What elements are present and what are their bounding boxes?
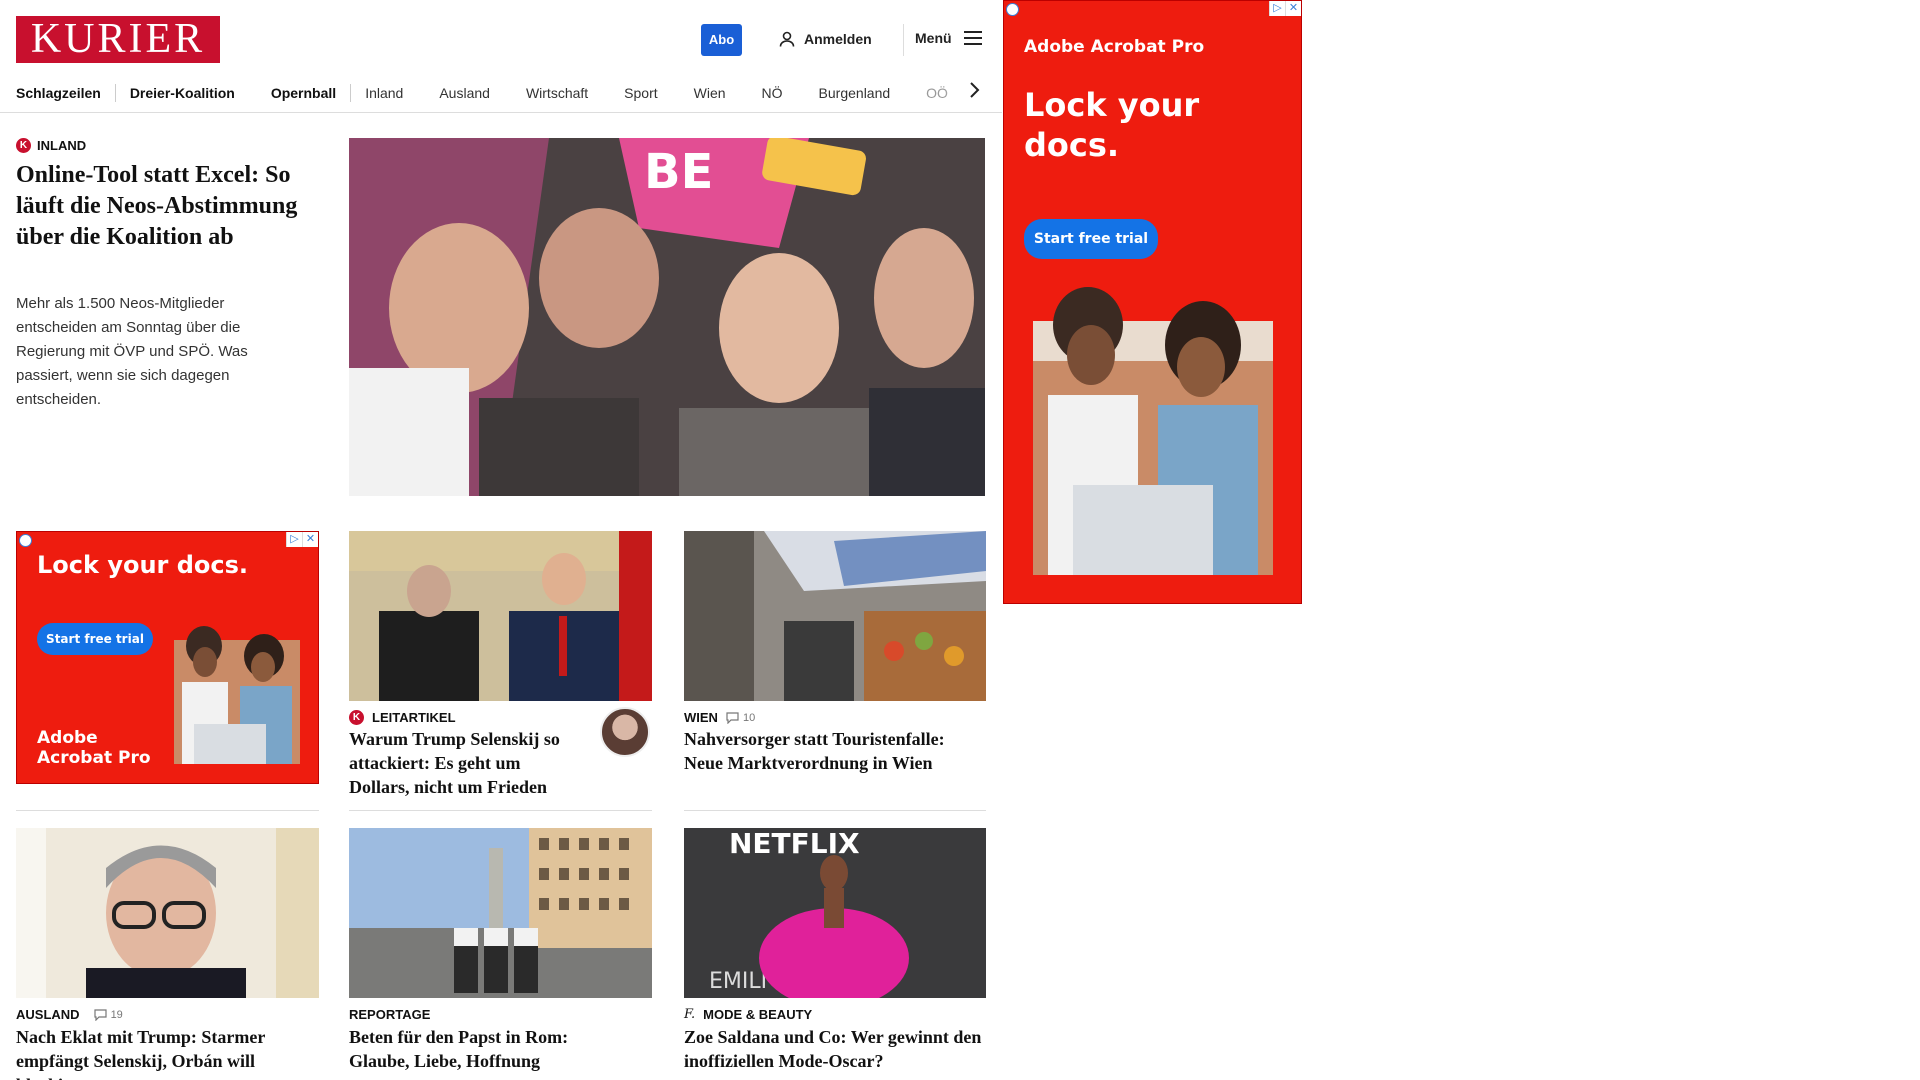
card-3-title[interactable]: Nach Eklat mit Trump: Starmer empfängt S… (16, 1025, 306, 1080)
nav-item-dreier-koalition[interactable]: Dreier-Koalition (130, 85, 235, 101)
inline-ad-cta-button[interactable]: Start free trial (37, 623, 153, 655)
card-1-image[interactable] (349, 531, 652, 701)
ad-close-icon[interactable]: ✕ (1285, 1, 1301, 16)
ad-shield-icon (19, 534, 32, 547)
card-5-kicker-label: MODE & BEAUTY (703, 1007, 813, 1022)
nav-item-schlagzeilen[interactable]: Schlagzeilen (16, 85, 101, 101)
top-story-image[interactable]: BE (349, 138, 985, 496)
nav-item-burgenland[interactable]: Burgenland (819, 85, 891, 101)
card-2-title[interactable]: Nahversorger statt Touristenfalle: Neue … (684, 727, 986, 775)
login-label: Anmelden (804, 31, 872, 47)
top-story-lead: Mehr als 1.500 Neos-Mitglieder entscheid… (16, 295, 248, 408)
nav-divider (350, 84, 352, 102)
comment-icon (93, 1008, 107, 1021)
hamburger-icon (963, 31, 982, 45)
top-story-kicker[interactable]: K INLAND (16, 138, 86, 153)
menu-button[interactable]: Menü (915, 30, 982, 46)
top-story-kicker-label: INLAND (37, 138, 87, 153)
card-3-comment-count: 19 (110, 1008, 123, 1021)
nav-divider (114, 84, 116, 102)
right-ad-brand: Adobe Acrobat Pro (1024, 37, 1205, 57)
card-4-image[interactable] (349, 828, 652, 998)
row-divider (16, 810, 319, 811)
card-2-image[interactable] (684, 531, 986, 701)
netflix-text: NETFLIX (729, 828, 860, 860)
nav-item-wirtschaft[interactable]: Wirtschaft (526, 85, 588, 101)
card-3-photo (16, 828, 319, 998)
card-3-comments[interactable]: 19 (93, 1008, 123, 1021)
card-4-kicker-label: REPORTAGE (349, 1007, 431, 1022)
nav-item-noe[interactable]: NÖ (762, 85, 783, 101)
kurier-logo[interactable]: KURIER (16, 16, 220, 63)
kurier-k-icon: K (16, 138, 31, 153)
card-3-kicker[interactable]: AUSLAND 19 (16, 1007, 123, 1022)
card-2-comments[interactable]: 10 (726, 712, 755, 724)
right-ad-cta-button[interactable]: Start free trial (1024, 219, 1158, 259)
inline-ad[interactable]: ▷ ✕ Lock your docs. Start free trial Ado… (16, 531, 319, 784)
ad-choices[interactable]: ▷ ✕ (286, 532, 318, 547)
abo-button[interactable]: Abo (701, 24, 742, 56)
chevron-right-icon[interactable] (966, 80, 982, 100)
card-2-kicker[interactable]: WIEN 10 (684, 710, 755, 725)
card-5-image[interactable]: NETFLIX EMILI (684, 828, 986, 998)
ad-info-icon[interactable]: ▷ (286, 532, 302, 547)
kurier-k-icon: K (349, 710, 364, 725)
nav-item-inland[interactable]: Inland (365, 85, 403, 101)
emili-text: EMILI (709, 969, 767, 994)
inline-ad-headline: Lock your docs. (37, 551, 249, 579)
row-divider (684, 810, 986, 811)
card-5-photo: NETFLIX EMILI (684, 828, 986, 998)
nav-item-sport[interactable]: Sport (624, 85, 657, 101)
ad-shield-icon (1006, 3, 1019, 16)
comment-icon (726, 711, 739, 724)
card-4-title[interactable]: Beten für den Papst in Rom: Glaube, Lieb… (349, 1025, 629, 1073)
section-nav: Schlagzeilen Dreier-Koalition Opernball … (16, 74, 980, 112)
author-avatar[interactable] (600, 707, 650, 757)
inline-ad-image (174, 626, 300, 764)
ad-close-icon[interactable]: ✕ (302, 532, 318, 547)
top-story-title[interactable]: Online-Tool statt Excel: So läuft die Ne… (16, 160, 306, 253)
card-2-kicker-label: WIEN (684, 710, 718, 725)
right-ad-image (1033, 287, 1273, 575)
user-icon (779, 31, 795, 47)
login-button[interactable]: Anmelden (778, 30, 872, 48)
card-2-comment-count: 10 (742, 711, 756, 724)
inline-ad-brand-line2: Acrobat Pro (37, 748, 151, 768)
nav-item-wien[interactable]: Wien (694, 85, 726, 101)
card-5-kicker[interactable]: f. MODE & BEAUTY (684, 1007, 812, 1022)
nav-bottom-border (0, 112, 1002, 113)
right-ad[interactable]: ▷ ✕ Adobe Acrobat Pro Lock your docs. St… (1003, 0, 1302, 604)
hero-sign-text: BE (644, 144, 713, 200)
inline-ad-brand-line1: Adobe (37, 728, 98, 748)
row-divider (349, 810, 652, 811)
nav-item-opernball[interactable]: Opernball (271, 85, 336, 101)
menu-label: Menü (915, 30, 952, 46)
card-1-kicker-label: LEITARTIKEL (372, 710, 456, 725)
card-1-title[interactable]: Warum Trump Selenskij so attackiert: Es … (349, 727, 579, 799)
hero-photo: BE (349, 138, 985, 496)
ad-choices[interactable]: ▷ ✕ (1269, 1, 1301, 16)
card-2-photo (684, 531, 986, 701)
ad-info-icon[interactable]: ▷ (1269, 1, 1285, 16)
right-ad-headline: Lock your docs. (1024, 86, 1200, 164)
card-1-photo (349, 531, 652, 701)
card-4-kicker[interactable]: REPORTAGE (349, 1007, 430, 1022)
card-4-photo (349, 828, 652, 998)
card-3-kicker-label: AUSLAND (16, 1007, 80, 1022)
card-5-title[interactable]: Zoe Saldana und Co: Wer gewinnt den inof… (684, 1025, 986, 1073)
nav-item-ausland[interactable]: Ausland (439, 85, 490, 101)
card-1-kicker[interactable]: K LEITARTIKEL (349, 710, 456, 725)
mode-beauty-icon: f. (684, 1007, 696, 1022)
header-divider (903, 24, 904, 56)
card-3-image[interactable] (16, 828, 319, 998)
